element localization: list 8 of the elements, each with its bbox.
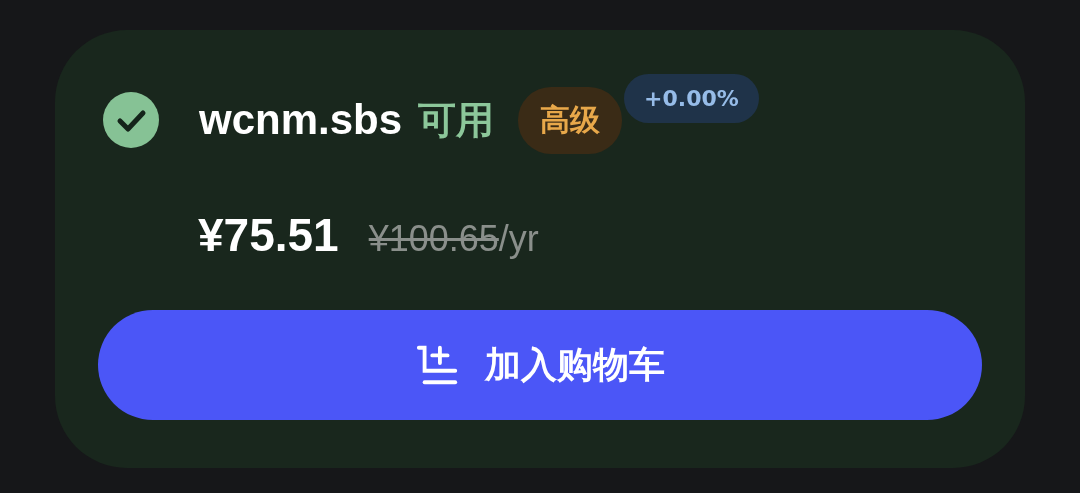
original-price: ¥100.65 bbox=[368, 218, 499, 260]
price-period: /yr bbox=[498, 218, 539, 260]
current-price: ¥75.51 bbox=[198, 208, 339, 262]
domain-name: wcnm.sbs bbox=[199, 96, 403, 144]
change-badge: +0.00% bbox=[624, 74, 759, 123]
tier-badge: 高级 bbox=[518, 86, 623, 154]
availability-status: 可用 bbox=[418, 96, 495, 144]
add-to-cart-button[interactable]: 加入购物车 bbox=[98, 310, 982, 420]
